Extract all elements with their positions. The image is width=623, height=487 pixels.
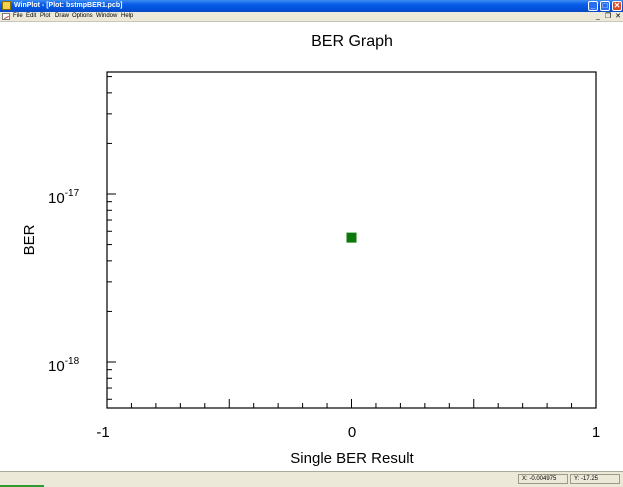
maximize-button[interactable]: □ bbox=[600, 1, 610, 11]
winplot-window: WinPlot - [Plot: bstmpBER1.pcb] _ □ ✕ Fi… bbox=[0, 0, 623, 487]
data-points bbox=[346, 232, 357, 243]
y-tick-label-1e-18: 10-18 bbox=[48, 356, 80, 375]
window-title: WinPlot - [Plot: bstmpBER1.pcb] bbox=[14, 2, 123, 9]
ber-plot[interactable]: BER Graph -1 0 1 10-17 10-18 Single BER … bbox=[0, 22, 623, 471]
status-bar: X: -0.004975 Y: -17.25 bbox=[0, 471, 623, 487]
y-tick-18-base: 10 bbox=[48, 358, 65, 375]
menu-edit[interactable]: Edit bbox=[26, 12, 36, 21]
chart-title: BER Graph bbox=[311, 33, 393, 50]
y-tick-17-base: 10 bbox=[48, 190, 65, 207]
menu-help[interactable]: Help bbox=[121, 12, 133, 21]
document-minimize-button[interactable]: _ bbox=[594, 13, 602, 20]
y-tick-17-exponent: -17 bbox=[65, 188, 80, 199]
menu-file[interactable]: File bbox=[13, 12, 23, 21]
winplot-app-icon[interactable] bbox=[2, 1, 11, 10]
x-tick-label-0: 0 bbox=[348, 424, 356, 441]
x-tick-label-neg1: -1 bbox=[96, 424, 109, 441]
menu-bar: File Edit Plot Draw Options Window Help … bbox=[0, 12, 623, 22]
plot-document-icon[interactable] bbox=[2, 13, 10, 20]
x-tick-label-1: 1 bbox=[592, 424, 600, 441]
title-bar[interactable]: WinPlot - [Plot: bstmpBER1.pcb] _ □ ✕ bbox=[0, 0, 623, 12]
document-close-button[interactable]: ✕ bbox=[614, 13, 622, 20]
minimize-button[interactable]: _ bbox=[588, 1, 598, 11]
x-coordinate-readout: X: -0.004975 bbox=[518, 474, 568, 484]
y-tick-label-1e-17: 10-17 bbox=[48, 188, 80, 207]
data-point[interactable] bbox=[346, 232, 357, 243]
x-axis-label: Single BER Result bbox=[290, 450, 414, 467]
menu-window[interactable]: Window bbox=[96, 12, 117, 21]
document-restore-button[interactable]: ❐ bbox=[604, 13, 612, 20]
menu-options[interactable]: Options bbox=[72, 12, 93, 21]
y-tick-18-exponent: -18 bbox=[65, 356, 80, 367]
menu-draw[interactable]: Draw bbox=[55, 12, 69, 21]
menu-plot[interactable]: Plot bbox=[40, 12, 50, 21]
y-coordinate-readout: Y: -17.25 bbox=[570, 474, 620, 484]
y-axis-label: BER bbox=[21, 224, 38, 255]
close-button[interactable]: ✕ bbox=[612, 1, 622, 11]
